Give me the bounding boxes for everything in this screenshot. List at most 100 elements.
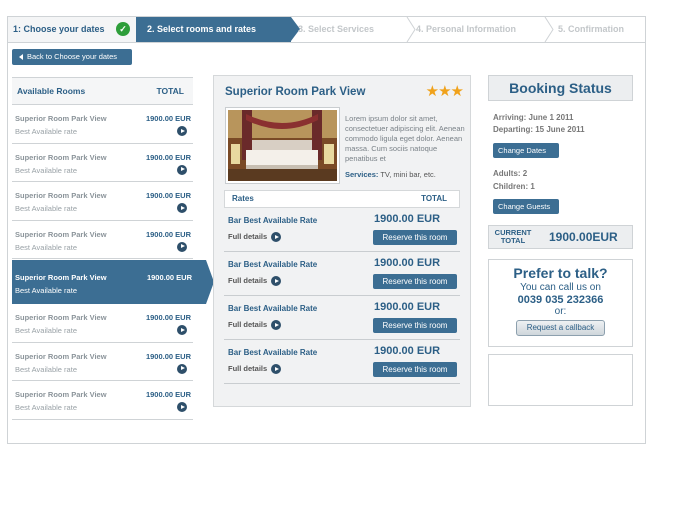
step-label: 1: Choose your dates [13, 24, 105, 34]
arrow-right-circle-icon[interactable] [177, 164, 187, 175]
room-name: Superior Room Park View [15, 114, 107, 123]
back-button-label: Back to Choose your dates [27, 52, 118, 61]
rate-price: 1900.00 EUR [374, 213, 441, 225]
room-rate: Best Available rate [15, 242, 77, 252]
room-services: Services: TV, mini bar, etc. [345, 170, 436, 179]
rate-name: Bar Best Available Rate [228, 304, 318, 313]
step-label: 5. Confirmation [558, 24, 625, 34]
booking-status-title: Booking Status [488, 75, 633, 101]
room-rate: Best Available rate [15, 127, 77, 136]
room-list-item[interactable]: Superior Room Park View Best Available ra… [12, 221, 193, 259]
arrow-right-circle-icon [271, 364, 282, 375]
step-select-rooms: 2. Select rooms and rates [136, 17, 291, 42]
adults-count: Adults: 2 [493, 169, 528, 178]
request-callback-button[interactable]: Request a callback [516, 320, 605, 336]
change-guests-button[interactable]: Change Guests [493, 199, 559, 214]
room-price: 1900.00 EUR [145, 390, 191, 399]
room-name: Superior Room Park View [15, 152, 107, 162]
full-details-label: Full details [228, 276, 268, 285]
room-price: 1900.00 EUR [145, 152, 191, 162]
room-price: 1900.00 EUR [145, 229, 191, 239]
room-list-item[interactable]: Superior Room Park View Best Available ra… [12, 182, 193, 221]
empty-box [488, 354, 633, 406]
room-list-item[interactable]: Superior Room Park View Best Available ra… [12, 304, 193, 343]
children-count: Children: 1 [493, 182, 535, 191]
checkmark-icon: ✓ [116, 22, 130, 36]
current-total: CURRENT TOTAL 1900.00EUR [488, 225, 633, 249]
arrow-right-circle-icon[interactable] [177, 203, 187, 213]
reserve-room-button[interactable]: Reserve this room [373, 274, 457, 289]
room-photo-image [228, 110, 337, 181]
room-rate: Best Available rate [15, 286, 77, 295]
room-list-item[interactable]: Superior Room Park View Best Available ra… [12, 381, 193, 420]
rate-row: Bar Best Available Rate Full details 1900.… [224, 208, 460, 252]
services-value: TV, mini bar, etc. [380, 170, 436, 179]
room-rate: Best Available rate [15, 165, 77, 175]
current-total-label: CURRENT TOTAL [491, 229, 535, 245]
room-rate: Best Available rate [15, 204, 77, 213]
rate-price: 1900.00 EUR [374, 301, 441, 313]
booking-dates: Arriving: June 1 2011 Departing: 15 June… [493, 112, 585, 136]
arrow-right-circle-icon[interactable] [177, 241, 187, 252]
room-detail-panel: Superior Room Park View ★★★ Lorem ipsum … [213, 75, 471, 407]
rooms-header-label: Available Rooms [17, 86, 86, 96]
change-dates-button[interactable]: Change Dates [493, 143, 559, 158]
full-details-link[interactable]: Full details [228, 276, 282, 287]
arrow-right-circle-icon[interactable] [177, 325, 187, 335]
rates-header-label: Rates [232, 194, 254, 203]
departing-date: Departing: 15 June 2011 [493, 125, 585, 134]
room-name: Superior Room Park View [15, 313, 107, 322]
contact-phone: 0039 035 232366 [517, 294, 604, 306]
room-list-item[interactable]: Superior Room Park View Best Available ra… [12, 343, 193, 381]
step-choose-dates[interactable]: 1: Choose your dates ✓ [8, 17, 136, 42]
room-name: Superior Room Park View [15, 351, 107, 361]
room-name: Superior Room Park View [15, 390, 107, 399]
room-photo [225, 107, 340, 184]
rate-name: Bar Best Available Rate [228, 216, 318, 225]
full-details-link[interactable]: Full details [228, 232, 282, 243]
full-details-label: Full details [228, 364, 268, 373]
room-list-item[interactable]: Superior Room Park View Best Available ra… [12, 260, 214, 304]
rate-row: Bar Best Available Rate Full details 1900.… [224, 296, 460, 340]
services-label: Services: [345, 170, 379, 179]
reserve-room-button[interactable]: Reserve this room [373, 362, 457, 377]
step-confirmation: 5. Confirmation [558, 17, 645, 42]
room-name: Superior Room Park View [15, 273, 107, 282]
rate-name: Bar Best Available Rate [228, 260, 318, 269]
arrow-right-circle-icon[interactable] [177, 402, 187, 412]
rate-row: Bar Best Available Rate Full details 1900.… [224, 340, 460, 384]
available-rooms-list: Available Rooms TOTAL Superior Room Park… [12, 77, 214, 420]
booking-panel: 1: Choose your dates ✓ 2. Select rooms a… [7, 16, 646, 444]
rooms-total-header: TOTAL [156, 86, 184, 96]
room-rate: Best Available rate [15, 403, 77, 412]
room-price: 1900.00 EUR [145, 351, 191, 361]
back-to-dates-button[interactable]: Back to Choose your dates [12, 49, 132, 65]
rates-header: Rates TOTAL [224, 190, 460, 208]
full-details-link[interactable]: Full details [228, 320, 282, 331]
room-price: 1900.00 EUR [146, 273, 192, 282]
room-price: 1900.00 EUR [145, 191, 191, 200]
room-list-item[interactable]: Superior Room Park View Best Available ra… [12, 105, 193, 144]
arrow-left-icon [19, 54, 23, 61]
arrow-right-circle-icon[interactable] [177, 363, 187, 374]
current-total-value: 1900.00EUR [549, 230, 618, 244]
reserve-room-button[interactable]: Reserve this room [373, 230, 457, 245]
room-title: Superior Room Park View [225, 86, 366, 98]
room-rate: Best Available rate [15, 326, 77, 335]
reserve-room-button[interactable]: Reserve this room [373, 318, 457, 333]
step-separator-icon [544, 17, 554, 42]
room-list-item[interactable]: Superior Room Park View Best Available ra… [12, 144, 193, 182]
step-label: 3. Select Services [298, 24, 375, 34]
room-name: Superior Room Park View [15, 191, 107, 200]
contact-title: Prefer to talk? [513, 265, 608, 281]
step-label: 2. Select rooms and rates [147, 24, 257, 34]
arrow-right-circle-icon [271, 320, 282, 331]
contact-or: or: [554, 306, 567, 317]
full-details-link[interactable]: Full details [228, 364, 282, 375]
arrow-right-circle-icon[interactable] [177, 126, 187, 136]
booking-guests: Adults: 2 Children: 1 [493, 167, 535, 193]
rate-row: Bar Best Available Rate Full details 1900.… [224, 252, 460, 296]
rooms-list-header: Available Rooms TOTAL [12, 77, 193, 105]
rate-name: Bar Best Available Rate [228, 348, 318, 357]
rate-price: 1900.00 EUR [374, 345, 441, 357]
